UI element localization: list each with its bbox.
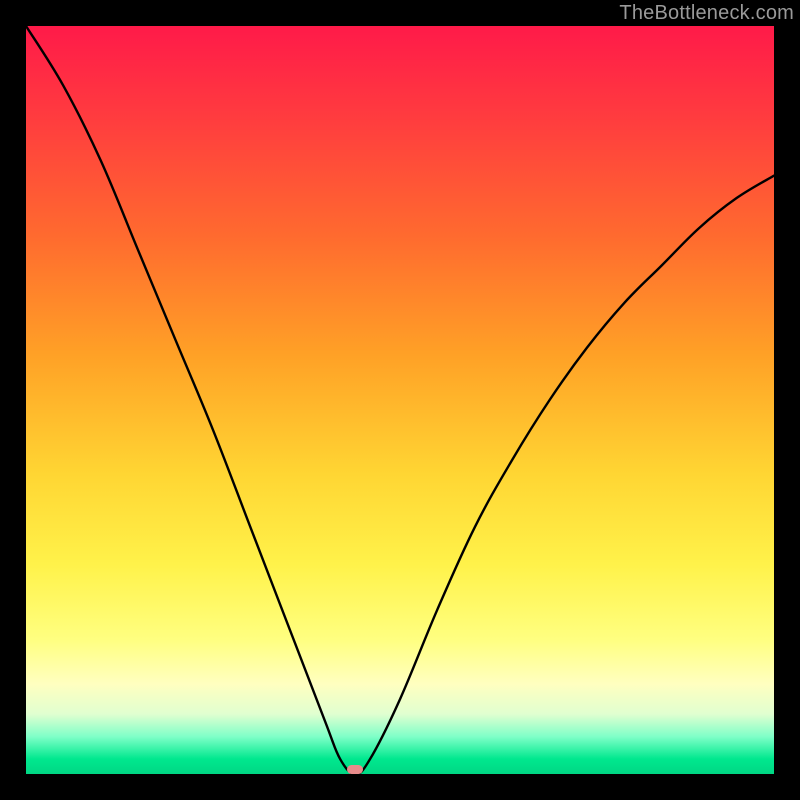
chart-frame: TheBottleneck.com [0,0,800,800]
plot-area [26,26,774,774]
bottleneck-curve [26,26,774,774]
watermark-text: TheBottleneck.com [619,2,794,25]
minimum-marker [347,765,363,774]
